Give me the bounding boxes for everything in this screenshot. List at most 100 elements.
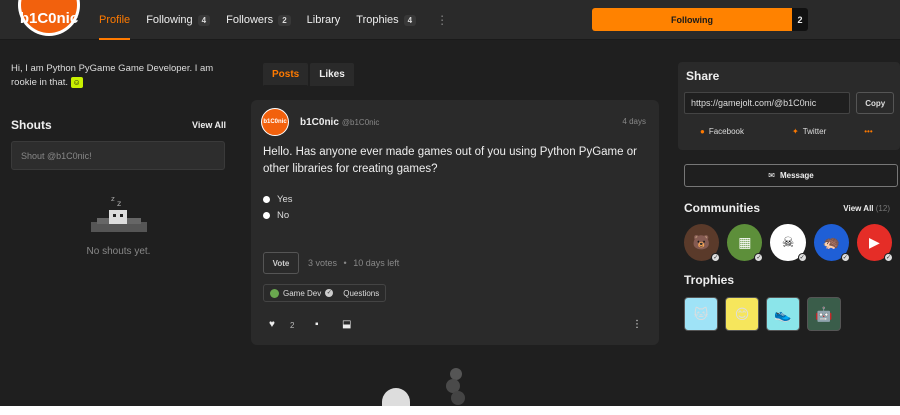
- share-links: ● Facebook ✦ Twitter •••: [684, 127, 894, 136]
- shouts-header: Shouts View All: [11, 118, 226, 132]
- logo-text: b1C0nic: [20, 0, 78, 33]
- shout-input[interactable]: Shout @b1C0nic!: [11, 141, 225, 170]
- verified-icon: ✓: [840, 253, 850, 262]
- post-text: Hello. Has anyone ever made games out of…: [263, 146, 637, 175]
- youtube-icon: ▶: [869, 234, 880, 250]
- copy-button[interactable]: Copy: [856, 92, 894, 114]
- post-more-icon[interactable]: ⋮: [632, 319, 642, 330]
- post-actions: ♥ 2 ▪ ⬓ ⋮: [263, 319, 648, 333]
- poll-option-no[interactable]: No: [263, 210, 289, 221]
- share-more-icon[interactable]: •••: [864, 127, 872, 136]
- community-sonic[interactable]: 🦔 ✓: [813, 224, 850, 262]
- twitter-label: Twitter: [802, 127, 827, 136]
- community-fnaf[interactable]: 🐻 ✓: [684, 224, 721, 262]
- profile-bio: Hi, I am Python PyGame Game Developer. I…: [11, 62, 226, 90]
- post-card: b1C0nic b1C0nic @b1C0nic 4 days Hello. Ha…: [251, 100, 659, 345]
- nav-trophies-label: Trophies: [356, 14, 399, 26]
- trophy-4[interactable]: 🤖: [807, 297, 841, 331]
- post-avatar[interactable]: b1C0nic: [261, 108, 289, 136]
- poll-option-label: No: [277, 210, 290, 221]
- message-button[interactable]: ✉ Message: [684, 164, 898, 187]
- verified-icon: ✓: [797, 253, 807, 262]
- communities-view-all-link[interactable]: View All (12): [843, 204, 890, 213]
- communities-count: (12): [875, 203, 890, 213]
- communities-title: Communities: [684, 201, 761, 215]
- fnaf-icon: 🐻: [692, 234, 711, 250]
- facebook-label: Facebook: [708, 127, 744, 136]
- nav-following[interactable]: Following 4: [146, 0, 211, 40]
- share-post-icon[interactable]: ⬓: [342, 319, 351, 330]
- trophies-title: Trophies: [684, 273, 735, 287]
- feed-tabs: Posts Likes: [263, 63, 356, 86]
- more-menu-icon[interactable]: ⋮: [436, 13, 448, 27]
- no-shouts-message: No shouts yet.: [86, 246, 151, 257]
- nav-followers-label: Followers: [226, 14, 274, 26]
- verified-icon: ✓: [754, 253, 764, 262]
- poll-option-label: Yes: [277, 194, 293, 205]
- nav-followers[interactable]: Followers 2: [226, 0, 291, 40]
- communities-header: Communities View All (12): [678, 201, 900, 215]
- profile-nav: Profile Following 4 Followers 2 Library Tr…: [99, 0, 448, 40]
- vote-info: 3 votes • 10 days left: [308, 258, 399, 268]
- left-column: Hi, I am Python PyGame Game Developer. I…: [11, 62, 226, 257]
- share-row: https://gamejolt.com/@b1C0nic Copy: [684, 92, 894, 114]
- follow-count: 2: [792, 8, 808, 31]
- svg-text:z: z: [111, 195, 115, 203]
- trophies-list: 🐱 😊 👟 🤖: [678, 297, 900, 331]
- community-undertale[interactable]: ☠ ✓: [770, 224, 807, 262]
- trophy-1[interactable]: 🐱: [684, 297, 718, 331]
- message-icon: ✉: [768, 171, 775, 180]
- nav-following-label: Following: [146, 14, 193, 26]
- share-title: Share: [686, 69, 720, 83]
- share-facebook-link[interactable]: ● Facebook: [700, 127, 744, 136]
- vote-count: 3 votes: [308, 258, 338, 268]
- sonic-icon: 🦔: [822, 234, 840, 250]
- facebook-icon: ●: [700, 127, 705, 136]
- communities-list: 🐻 ✓ ▦ ✓ ☠ ✓ 🦔 ✓ ▶ ✓: [678, 224, 900, 262]
- trophy-shoe-icon: 👟: [774, 305, 792, 322]
- tag-game-dev: Game Dev: [283, 288, 322, 298]
- follow-control: Following 2: [592, 8, 808, 31]
- trophy-2[interactable]: 😊: [725, 297, 759, 331]
- post-tags[interactable]: Game Dev ✓ Questions: [263, 284, 387, 302]
- undertale-icon: ☠: [781, 234, 795, 250]
- following-button[interactable]: Following: [592, 8, 792, 31]
- verified-icon: ✓: [884, 253, 894, 262]
- shouts-title: Shouts: [11, 118, 52, 132]
- twitter-icon: ✦: [791, 127, 799, 136]
- comment-icon[interactable]: ▪: [315, 319, 319, 330]
- tab-posts[interactable]: Posts: [263, 63, 309, 86]
- smile-emoji-icon: ☺: [70, 76, 83, 88]
- nav-profile[interactable]: Profile: [99, 0, 131, 40]
- trophy-robot-icon: 🤖: [815, 305, 833, 322]
- verified-icon: ✓: [325, 289, 334, 297]
- post-author: b1C0nic @b1C0nic: [300, 117, 379, 128]
- community-minecraft[interactable]: ▦ ✓: [727, 224, 764, 262]
- bio-text: Hi, I am Python PyGame Game Developer. I…: [11, 63, 214, 88]
- message-label: Message: [779, 171, 814, 180]
- nav-trophies[interactable]: Trophies 4: [356, 0, 417, 40]
- trophies-header: Trophies: [678, 273, 900, 287]
- shouts-view-all-link[interactable]: View All: [192, 120, 226, 130]
- nav-library[interactable]: Library: [307, 0, 341, 40]
- poll-time-left: 10 days left: [353, 258, 400, 268]
- verified-icon: ✓: [711, 253, 721, 262]
- trophies-count: 4: [403, 14, 417, 26]
- tab-likes[interactable]: Likes: [310, 63, 354, 86]
- vote-button[interactable]: Vote: [263, 252, 299, 274]
- share-panel: Share https://gamejolt.com/@b1C0nic Copy…: [678, 62, 900, 150]
- profile-logo[interactable]: b1C0nic: [18, 0, 80, 36]
- share-url-field[interactable]: https://gamejolt.com/@b1C0nic: [684, 92, 851, 114]
- post-author-name[interactable]: b1C0nic: [300, 117, 339, 128]
- post-handle: @b1C0nic: [341, 118, 380, 127]
- share-twitter-link[interactable]: ✦ Twitter: [792, 127, 826, 136]
- trophy-3[interactable]: 👟: [766, 297, 800, 331]
- community-youtube[interactable]: ▶ ✓: [856, 224, 894, 262]
- followers-count: 2: [278, 14, 291, 26]
- poll-option-yes[interactable]: Yes: [263, 194, 293, 205]
- right-column: Share https://gamejolt.com/@b1C0nic Copy…: [678, 62, 900, 331]
- minecraft-icon: ▦: [738, 234, 752, 250]
- trophy-cat-icon: 🐱: [693, 305, 709, 322]
- like-heart-icon[interactable]: ♥: [269, 319, 275, 330]
- like-count: 2: [290, 321, 295, 330]
